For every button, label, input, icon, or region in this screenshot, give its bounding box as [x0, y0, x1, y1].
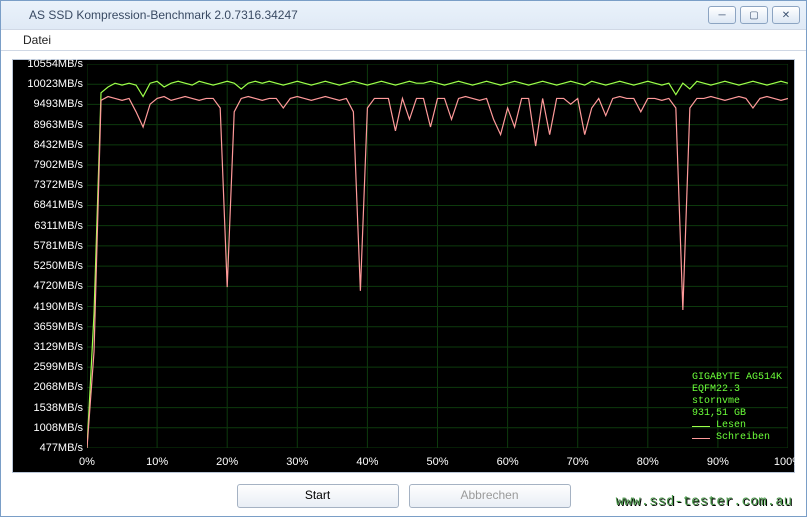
abort-button: Abbrechen: [409, 484, 571, 508]
y-tick-label: 3659MB/s: [15, 321, 83, 333]
legend-driver: stornvme: [692, 396, 782, 408]
y-tick-label: 7902MB/s: [15, 159, 83, 171]
legend-write: Schreiben: [716, 432, 770, 444]
y-tick-label: 1008MB/s: [15, 422, 83, 434]
x-tick-label: 0%: [79, 456, 95, 468]
legend-device: GIGABYTE AG514K: [692, 372, 782, 384]
y-tick-label: 4190MB/s: [15, 301, 83, 313]
x-tick-label: 90%: [707, 456, 729, 468]
y-tick-label: 10554MB/s: [15, 58, 83, 70]
y-tick-label: 3129MB/s: [15, 341, 83, 353]
y-tick-label: 477MB/s: [15, 442, 83, 454]
x-tick-label: 10%: [146, 456, 168, 468]
y-tick-label: 8432MB/s: [15, 139, 83, 151]
y-tick-label: 9493MB/s: [15, 98, 83, 110]
legend-firmware: EQFM22.3: [692, 384, 782, 396]
x-tick-label: 30%: [286, 456, 308, 468]
legend-capacity: 931,51 GB: [692, 408, 782, 420]
x-tick-label: 80%: [637, 456, 659, 468]
y-tick-label: 4720MB/s: [15, 280, 83, 292]
legend-swatch-read: [692, 426, 710, 427]
y-tick-label: 8963MB/s: [15, 119, 83, 131]
app-icon: [7, 7, 23, 23]
legend-read: Lesen: [716, 420, 746, 432]
chart-legend: GIGABYTE AG514K EQFM22.3 stornvme 931,51…: [692, 372, 782, 444]
start-button[interactable]: Start: [237, 484, 399, 508]
y-tick-label: 1538MB/s: [15, 402, 83, 414]
x-tick-label: 70%: [567, 456, 589, 468]
y-tick-label: 2599MB/s: [15, 361, 83, 373]
legend-swatch-write: [692, 438, 710, 439]
y-tick-label: 6311MB/s: [15, 220, 83, 232]
y-tick-label: 7372MB/s: [15, 179, 83, 191]
chart-plot-area: [87, 64, 788, 448]
x-tick-label: 20%: [216, 456, 238, 468]
y-tick-label: 6841MB/s: [15, 199, 83, 211]
x-tick-label: 100%: [774, 456, 802, 468]
x-tick-label: 50%: [426, 456, 448, 468]
y-tick-label: 2068MB/s: [15, 381, 83, 393]
titlebar: AS SSD Kompression-Benchmark 2.0.7316.34…: [1, 1, 806, 29]
x-tick-label: 40%: [356, 456, 378, 468]
y-tick-label: 5781MB/s: [15, 240, 83, 252]
x-tick-label: 60%: [497, 456, 519, 468]
y-tick-label: 5250MB/s: [15, 260, 83, 272]
watermark: www.ssd-tester.com.au: [616, 494, 792, 510]
app-window: AS SSD Kompression-Benchmark 2.0.7316.34…: [0, 0, 807, 517]
y-tick-label: 10023MB/s: [15, 78, 83, 90]
chart: GIGABYTE AG514K EQFM22.3 stornvme 931,51…: [12, 59, 795, 473]
